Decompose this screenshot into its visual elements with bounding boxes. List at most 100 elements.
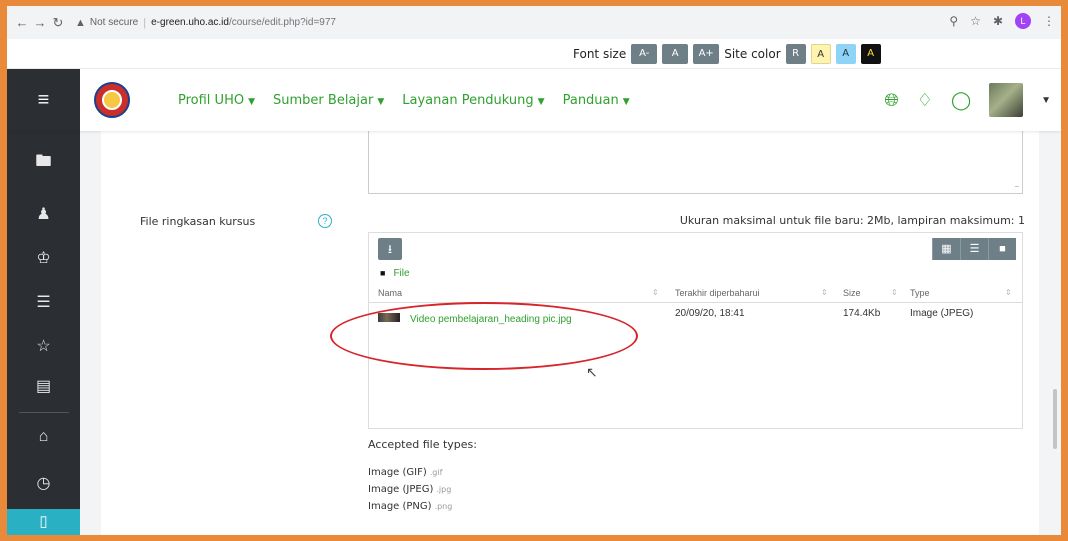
not-secure-warning-icon: ▲ (75, 16, 86, 29)
download-icon[interactable]: ⭳ (378, 238, 402, 260)
folder-icon[interactable]: 🖿︎ (7, 150, 80, 177)
menu-item-panduan[interactable]: Panduan ▼ (563, 93, 630, 108)
sort-icon[interactable]: ⇕ (1005, 288, 1012, 297)
accepted-types-list: Image (GIF) .gif Image (JPEG) .jpg Image (… (368, 464, 452, 515)
caret-down-icon: ▼ (537, 97, 545, 107)
sidebar-divider (19, 412, 69, 413)
column-header-type[interactable]: Type (910, 288, 930, 298)
badges-icon[interactable]: ♔ (7, 248, 80, 268)
folder-name: File (393, 268, 410, 279)
color-yellow-button[interactable]: A (810, 44, 831, 64)
file-table-header: Nama ⇕ Terakhir diperbaharui ⇕ Size ⇕ Ty… (369, 283, 1022, 303)
font-decrease-button[interactable]: A- (631, 44, 658, 64)
site-color-label: Site color (724, 47, 781, 61)
font-size-label: Font size (573, 47, 627, 61)
caret-down-icon: ▼ (248, 97, 256, 107)
font-increase-button[interactable]: A+ (693, 44, 720, 64)
column-header-modified[interactable]: Terakhir diperbaharui (675, 288, 760, 298)
url-separator: | (143, 16, 147, 29)
user-avatar[interactable] (989, 83, 1024, 117)
type-ext: .jpg (436, 485, 452, 494)
url-path: /course/edit.php?id=977 (228, 17, 336, 28)
url-host: e-green.uho.ac.id (151, 17, 229, 28)
annotation-highlight-ellipse (330, 302, 638, 370)
type-name: Image (JPEG) (368, 484, 434, 495)
back-icon[interactable]: ← (13, 15, 31, 30)
help-icon[interactable]: ? (318, 214, 332, 228)
browser-menu-icon[interactable]: ⋮ (1043, 14, 1055, 28)
dashboard-gauge-icon[interactable]: ◷ (7, 473, 80, 493)
home-icon[interactable]: ⌂ (7, 428, 80, 446)
accepted-type-item: Image (PNG) .png (368, 498, 452, 515)
color-black-button[interactable]: A (860, 44, 881, 64)
hamburger-menu-icon[interactable]: ≡ (7, 69, 80, 131)
font-reset-button[interactable]: A (662, 44, 689, 64)
column-header-name[interactable]: Nama (378, 288, 402, 298)
address-bar[interactable]: ▲ Not secure | e-green.uho.ac.id /course… (75, 12, 955, 34)
menu-item-label: Profil UHO (178, 93, 245, 108)
type-ext: .gif (429, 468, 443, 477)
menu-item-profil-uho[interactable]: Profil UHO ▼ (178, 93, 255, 108)
forward-icon[interactable]: → (31, 15, 49, 30)
screenshot-frame: ← → ↻ ▲ Not secure | e-green.uho.ac.id /… (7, 6, 1061, 535)
menu-item-layanan-pendukung[interactable]: Layanan Pendukung ▼ (402, 93, 544, 108)
not-secure-label: Not secure (89, 17, 139, 28)
sort-icon[interactable]: ⇕ (652, 288, 659, 297)
menu-item-sumber-belajar[interactable]: Sumber Belajar ▼ (273, 93, 384, 108)
column-header-size[interactable]: Size (843, 288, 861, 298)
accessibility-bar: Font size A- A A+ Site color R A A A (7, 39, 1061, 69)
menu-item-label: Panduan (562, 93, 619, 108)
browser-toolbar: ← → ↻ ▲ Not secure | e-green.uho.ac.id /… (7, 6, 1061, 39)
navbar-actions: 🌐︎ ♢ ◯ ▼ (884, 69, 1061, 131)
menu-item-label: Sumber Belajar (273, 93, 374, 108)
book-icon[interactable]: ▤ (7, 376, 80, 396)
file-modified: 20/09/20, 18:41 (675, 308, 745, 319)
view-mode-buttons: ▦ ☰ ■ (932, 238, 1016, 260)
folder-icon: ■ (380, 268, 386, 278)
type-name: Image (PNG) (368, 501, 432, 512)
scrollbar-thumb[interactable] (1053, 389, 1057, 449)
caret-down-icon: ▼ (622, 97, 630, 107)
language-globe-icon[interactable]: 🌐︎ (884, 90, 898, 111)
sort-icon[interactable]: ⇕ (891, 288, 898, 297)
folder-breadcrumb[interactable]: ■ File (380, 268, 410, 279)
caret-down-icon: ▼ (377, 97, 385, 107)
reload-icon[interactable]: ↻ (49, 15, 67, 31)
summary-textarea[interactable]: − (368, 131, 1023, 194)
star-icon[interactable]: ☆ (7, 336, 80, 356)
tree-view-folder-icon[interactable]: ■ (988, 238, 1016, 260)
browser-actions: ⚲ ☆ ✱ L ⋮ (949, 13, 1055, 29)
file-size: 174.4Kb (843, 308, 881, 319)
list-view-icon[interactable]: ☰ (960, 238, 988, 260)
sort-icon[interactable]: ⇕ (821, 288, 828, 297)
layers-icon[interactable]: ☰ (7, 292, 80, 312)
calendar-icon[interactable]: ▯ (7, 509, 80, 535)
type-name: Image (GIF) (368, 467, 427, 478)
color-blue-button[interactable]: A (835, 44, 856, 64)
left-sidebar: 🖿︎ ♟ ♔ ☰ ☆ ▤ ⌂ ◷ ▯ (7, 131, 80, 535)
zoom-icon[interactable]: ⚲ (949, 14, 958, 28)
participants-icon[interactable]: ♟ (7, 204, 80, 224)
file-type: Image (JPEG) (910, 308, 974, 319)
accepted-types-label: Accepted file types: (368, 438, 477, 451)
main-menu: Profil UHO ▼ Sumber Belajar ▼ Layanan Pend… (178, 93, 630, 108)
top-navbar: ≡ Profil UHO ▼ Sumber Belajar ▼ Layanan Pe… (7, 69, 1061, 131)
extensions-icon[interactable]: ✱ (993, 14, 1003, 28)
page-scrollbar[interactable] (1049, 69, 1061, 535)
accepted-type-item: Image (JPEG) .jpg (368, 481, 452, 498)
icon-view-icon[interactable]: ▦ (932, 238, 960, 260)
resize-handle-icon[interactable]: − (1014, 182, 1019, 191)
messages-icon[interactable]: ◯ (951, 90, 971, 111)
upload-limit-text: Ukuran maksimal untuk file baru: 2Mb, la… (679, 214, 1025, 227)
bookmark-star-icon[interactable]: ☆ (970, 14, 981, 28)
mouse-cursor-icon: ↖ (586, 364, 598, 380)
menu-item-label: Layanan Pendukung (402, 93, 534, 108)
university-logo[interactable] (94, 82, 130, 118)
accepted-type-item: Image (GIF) .gif (368, 464, 452, 481)
color-reset-button[interactable]: R (785, 44, 806, 64)
type-ext: .png (434, 502, 453, 511)
field-label: File ringkasan kursus (140, 215, 256, 228)
browser-profile-avatar[interactable]: L (1015, 13, 1031, 29)
user-menu-caret-icon[interactable]: ▼ (1041, 95, 1051, 106)
notification-bell-icon[interactable]: ♢ (917, 90, 933, 111)
